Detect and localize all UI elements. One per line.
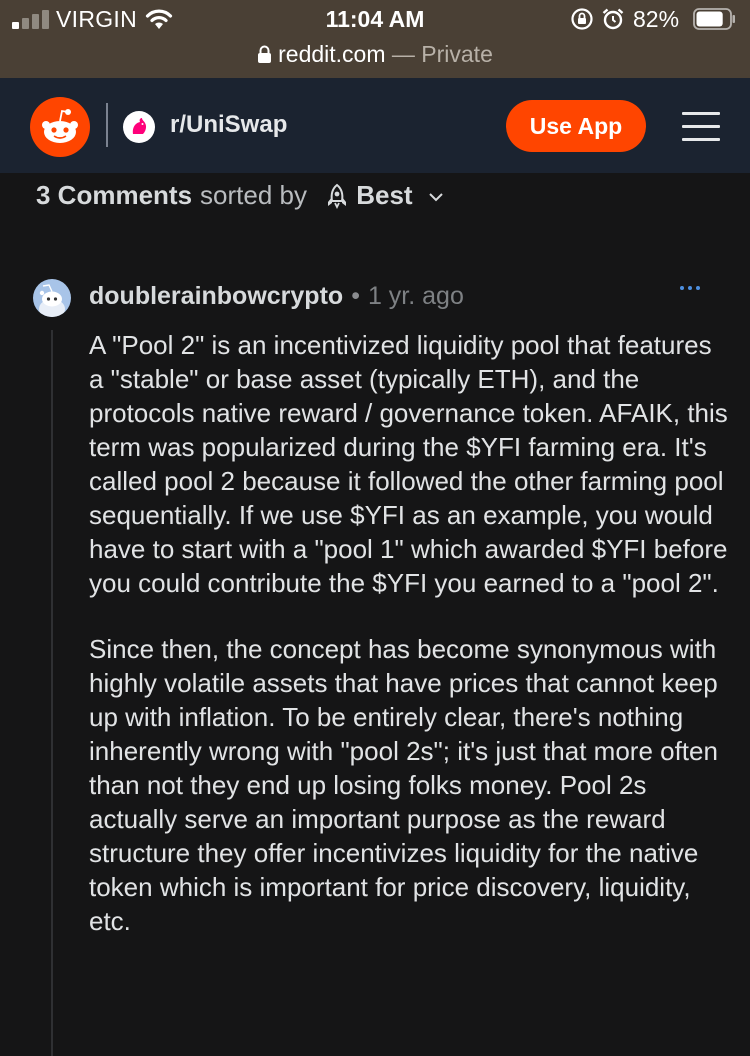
sort-dropdown[interactable]: Best (314, 180, 444, 210)
comment-body: A "Pool 2" is an incentivized liquidity … (89, 328, 729, 970)
address-bar[interactable]: reddit.com — Private (0, 41, 750, 68)
avatar[interactable] (33, 279, 71, 317)
browser-top-bar: VIRGIN 11:04 AM 82% reddit.com — Private (0, 0, 750, 78)
rotation-lock-icon (571, 8, 593, 30)
comment-sort-bar: 3 Comments sorted by Best (36, 180, 444, 211)
padlock-icon (258, 45, 272, 63)
header-divider (106, 103, 108, 147)
comment-thread-line[interactable] (51, 330, 53, 1056)
uniswap-unicorn-icon[interactable] (123, 111, 155, 143)
reddit-header: r/UniSwap Use App (0, 78, 750, 173)
comment-meta: doublerainbowcrypto • 1 yr. ago (89, 282, 464, 311)
use-app-button[interactable]: Use App (506, 100, 646, 152)
rocket-icon (328, 183, 347, 209)
status-bar: VIRGIN 11:04 AM 82% (0, 0, 750, 40)
subreddit-name[interactable]: r/UniSwap (170, 111, 287, 139)
sorted-by-label: sorted by (200, 180, 307, 210)
comment-count: 3 Comments (36, 180, 193, 210)
comment-paragraph: Since then, the concept has become synon… (89, 634, 718, 936)
battery-percentage: 82% (633, 6, 680, 32)
separator-dot: • (351, 282, 360, 310)
comment-paragraph: A "Pool 2" is an incentivized liquidity … (89, 330, 728, 598)
comment-author[interactable]: doublerainbowcrypto (89, 282, 343, 310)
battery-icon (693, 8, 735, 30)
hamburger-menu-icon[interactable] (682, 108, 720, 144)
sort-value: Best (356, 180, 413, 210)
alarm-icon (602, 8, 624, 30)
chevron-down-icon (429, 193, 443, 202)
comment-age: 1 yr. ago (367, 282, 464, 310)
reddit-logo-icon[interactable] (30, 97, 90, 157)
more-options-icon[interactable] (680, 286, 704, 294)
private-label: — Private (391, 41, 493, 67)
url-domain: reddit.com (278, 41, 386, 67)
